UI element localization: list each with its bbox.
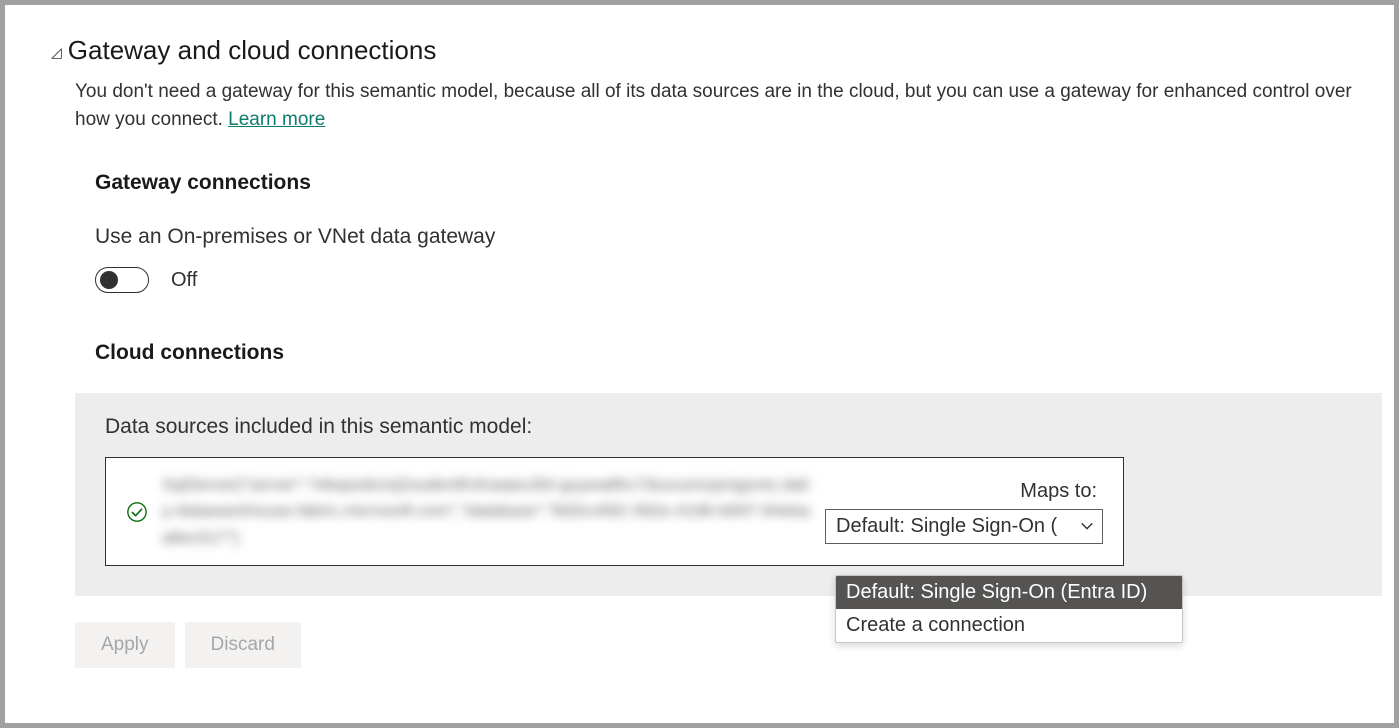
data-source-connection-string: SqlServer{"server":"n6wpodcmj2oudentfn4n… <box>162 472 811 551</box>
gateway-connections-title: Gateway connections <box>95 171 1382 195</box>
apply-button[interactable]: Apply <box>75 622 175 668</box>
data-sources-panel: Data sources included in this semantic m… <box>75 393 1382 596</box>
data-sources-title: Data sources included in this semantic m… <box>105 415 1352 439</box>
connection-dropdown-menu: Default: Single Sign-On (Entra ID) Creat… <box>835 575 1183 643</box>
dropdown-option-default-sso[interactable]: Default: Single Sign-On (Entra ID) <box>836 576 1182 609</box>
section-header: ◿ Gateway and cloud connections <box>51 35 1382 66</box>
dropdown-option-create-connection[interactable]: Create a connection <box>836 609 1182 642</box>
checkmark-icon <box>126 501 148 523</box>
gateway-toggle-label: Use an On-premises or VNet data gateway <box>95 225 1382 249</box>
discard-button[interactable]: Discard <box>185 622 301 668</box>
data-source-row: SqlServer{"server":"n6wpodcmj2oudentfn4n… <box>105 457 1124 566</box>
toggle-state-label: Off <box>171 269 197 292</box>
dropdown-selected-text: Default: Single Sign-On ( <box>836 515 1057 538</box>
section-description: You don't need a gateway for this semant… <box>75 78 1382 133</box>
collapse-icon[interactable]: ◿ <box>51 45 62 59</box>
connection-dropdown[interactable]: Default: Single Sign-On ( <box>825 509 1103 544</box>
page-title: Gateway and cloud connections <box>68 35 437 66</box>
maps-to-label: Maps to: <box>1020 480 1103 503</box>
learn-more-link[interactable]: Learn more <box>228 109 325 130</box>
toggle-knob <box>100 271 118 289</box>
cloud-connections-title: Cloud connections <box>95 341 1382 365</box>
gateway-toggle[interactable] <box>95 267 149 293</box>
chevron-down-icon <box>1080 519 1094 533</box>
